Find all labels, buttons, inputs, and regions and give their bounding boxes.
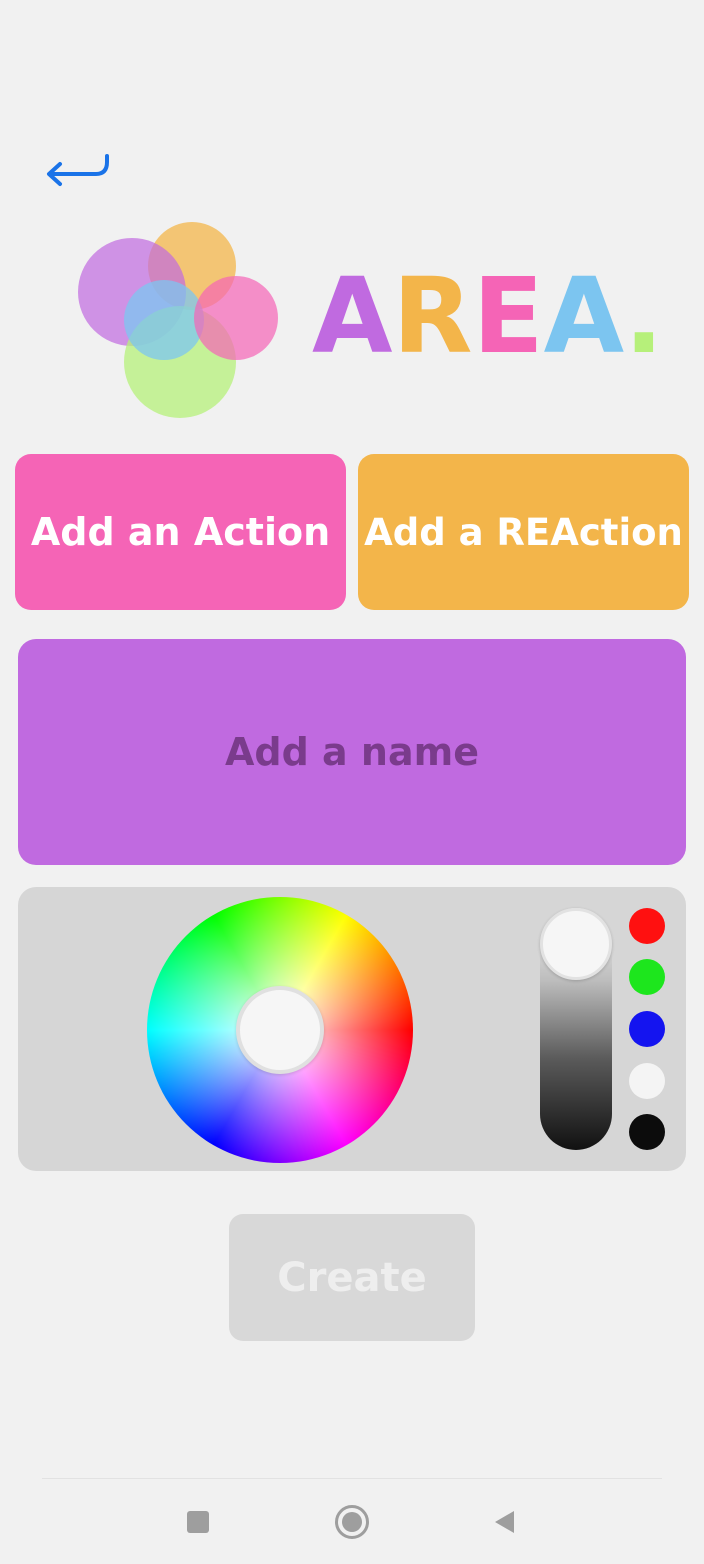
wordmark-letter: E [472,255,544,377]
nav-divider [42,1478,662,1479]
return-arrow-icon [47,154,109,186]
add-action-button[interactable]: Add an Action [15,454,346,610]
swatch-green[interactable] [629,959,665,995]
name-field-container [18,638,686,866]
nav-back-icon[interactable] [492,1509,516,1535]
swatch-red[interactable] [629,908,665,944]
brightness-slider-thumb[interactable] [540,908,612,980]
swatch-black[interactable] [629,1114,665,1150]
back-button[interactable] [40,148,116,192]
app-wordmark: AREA. [312,256,664,376]
create-button[interactable]: Create [229,1214,475,1341]
logo-mark [76,218,280,418]
color-wheel-handle[interactable] [236,986,324,1074]
wordmark-letter: A [543,255,625,377]
add-reaction-button[interactable]: Add a REAction [358,454,689,610]
wordmark-letter: . [624,255,664,377]
overlapping-circles-logo-icon [78,222,278,418]
wordmark-letter: A [312,255,393,377]
home-icon[interactable] [335,1505,369,1539]
swatch-white[interactable] [629,1063,665,1099]
recents-icon[interactable] [187,1511,209,1533]
name-input[interactable] [18,638,686,866]
wordmark-letter: R [392,255,473,377]
swatch-blue[interactable] [629,1011,665,1047]
